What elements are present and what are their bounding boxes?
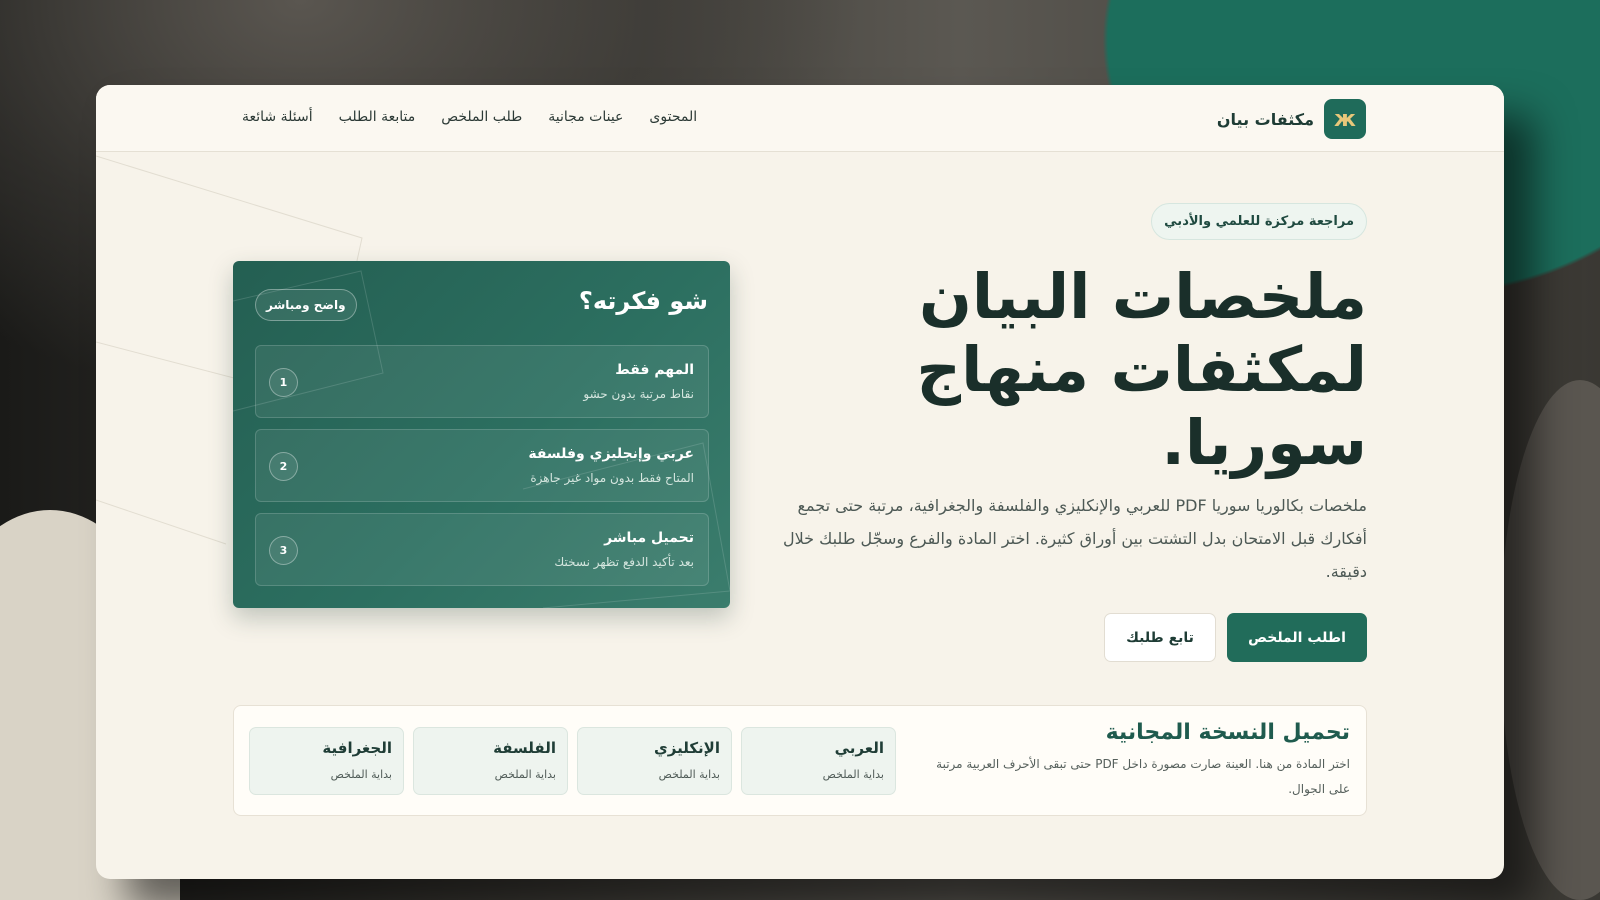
- download-description: اختر المادة من هنا. العينة صارت مصورة دا…: [936, 757, 1350, 796]
- hero-title: ملخصات البيان لمكثفات منهاج سوريا.: [847, 260, 1367, 479]
- idea-item-subtitle: نقاط مرتبة بدون حشو: [583, 387, 694, 401]
- track-order-button[interactable]: تابع طلبك: [1104, 613, 1216, 662]
- nav-link-content[interactable]: المحتوى: [649, 109, 697, 125]
- subject-card-english[interactable]: الإنكليزي بداية الملخص: [577, 727, 732, 795]
- idea-item-subtitle: المتاح فقط بدون مواد غير جاهزة: [530, 471, 694, 485]
- download-title: تحميل النسخة المجانية: [1105, 720, 1350, 745]
- idea-item-subtitle: بعد تأكيد الدفع تظهر نسختك: [554, 555, 694, 569]
- subject-name: العربي: [834, 739, 884, 757]
- subject-card-arabic[interactable]: العربي بداية الملخص: [741, 727, 896, 795]
- subject-subtitle: بداية الملخص: [330, 768, 392, 781]
- subject-card-philosophy[interactable]: الفلسفة بداية الملخص: [413, 727, 568, 795]
- idea-item: تحميل مباشر بعد تأكيد الدفع تظهر نسختك 3: [255, 513, 709, 586]
- idea-item-number: 3: [269, 536, 298, 565]
- idea-item: عربي وإنجليزي وفلسفة المتاح فقط بدون موا…: [255, 429, 709, 502]
- subject-name: الفلسفة: [493, 739, 556, 757]
- idea-card-title: شو فكرته؟: [578, 287, 708, 315]
- idea-item-number: 2: [269, 452, 298, 481]
- subject-subtitle: بداية الملخص: [822, 768, 884, 781]
- subject-card-geography[interactable]: الجغرافية بداية الملخص: [249, 727, 404, 795]
- browser-page: ж مكثفات بيان المحتوى عينات مجانية طلب ا…: [96, 85, 1504, 879]
- free-download-section: تحميل النسخة المجانية اختر المادة من هنا…: [233, 705, 1367, 816]
- idea-card: شو فكرته؟ واضح ومباشر المهم فقط نقاط مرت…: [233, 261, 730, 608]
- nav-link-order-summary[interactable]: طلب الملخص: [441, 109, 522, 125]
- hero-title-line: ملخصات البيان: [919, 260, 1367, 333]
- hero-title-line: لمكثفات منهاج: [916, 333, 1367, 406]
- nav-link-faq[interactable]: أسئلة شائعة: [242, 109, 313, 125]
- subject-subtitle: بداية الملخص: [658, 768, 720, 781]
- idea-card-tag: واضح ومباشر: [255, 289, 357, 321]
- idea-item-title: تحميل مباشر: [604, 530, 694, 546]
- top-navigation-bar: ж مكثفات بيان المحتوى عينات مجانية طلب ا…: [96, 85, 1504, 152]
- subject-name: الجغرافية: [322, 739, 392, 757]
- brand-logo-icon: ж: [1324, 99, 1366, 139]
- order-summary-button[interactable]: اطلب الملخص: [1227, 613, 1367, 662]
- hero-badge: مراجعة مركزة للعلمي والأدبي: [1151, 203, 1367, 240]
- main-nav: المحتوى عينات مجانية طلب الملخص متابعة ا…: [242, 109, 697, 125]
- subject-name: الإنكليزي: [654, 739, 720, 757]
- idea-item-title: المهم فقط: [615, 362, 694, 378]
- brand-name: مكثفات بيان: [1216, 109, 1314, 129]
- brand[interactable]: ж مكثفات بيان: [1217, 99, 1366, 139]
- hero-description: ملخصات بكالوريا سوريا PDF للعربي والإنكل…: [782, 496, 1367, 581]
- nav-link-track-order[interactable]: متابعة الطلب: [339, 109, 416, 125]
- idea-item-number: 1: [269, 368, 298, 397]
- hero-title-line: سوريا.: [1161, 406, 1367, 479]
- subject-subtitle: بداية الملخص: [494, 768, 556, 781]
- nav-link-free-samples[interactable]: عينات مجانية: [548, 109, 623, 125]
- idea-item-title: عربي وإنجليزي وفلسفة: [528, 446, 694, 462]
- idea-item: المهم فقط نقاط مرتبة بدون حشو 1: [255, 345, 709, 418]
